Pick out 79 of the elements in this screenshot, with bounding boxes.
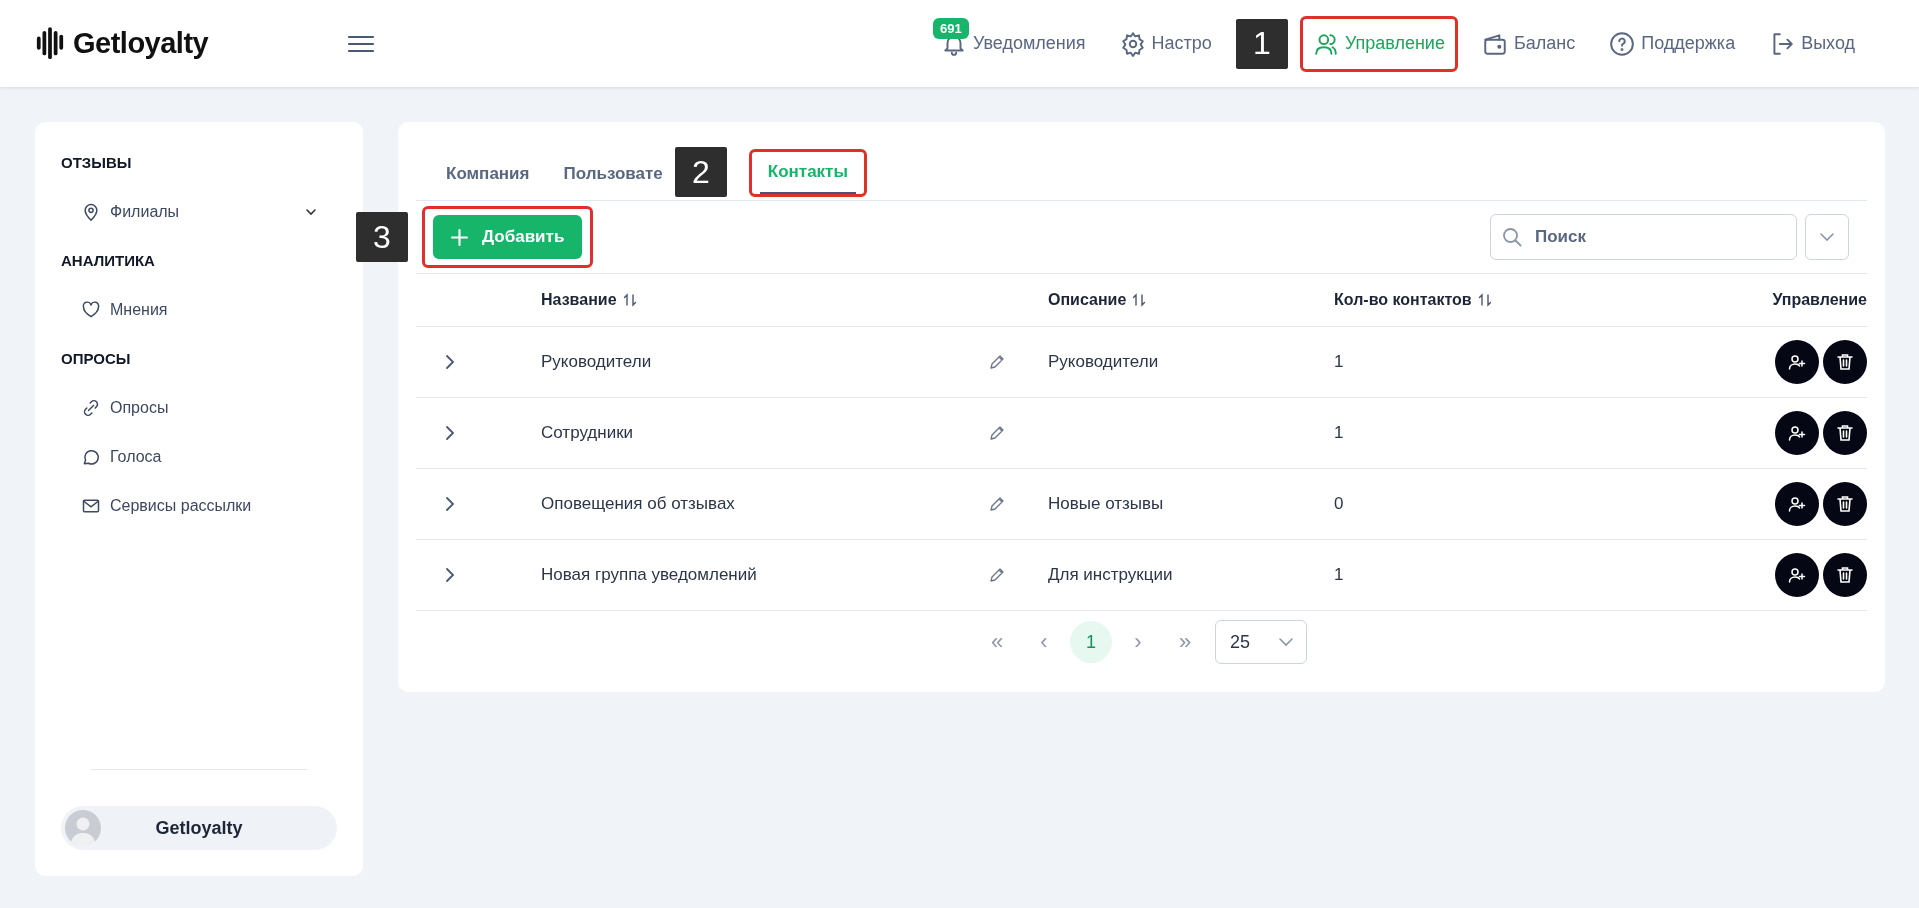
table-cell: Руководители — [541, 352, 652, 372]
table-cell: Руководители — [1048, 352, 1159, 372]
help-icon — [1609, 30, 1636, 57]
column-header: Управление — [1772, 291, 1867, 309]
table-cell: 1 — [1334, 423, 1344, 443]
person-plus-icon — [1787, 565, 1807, 585]
location-pin-icon — [81, 201, 101, 222]
step-number-badge: 2 — [674, 147, 727, 197]
trash-icon — [1835, 565, 1855, 585]
table-cell: Новые отзывы — [1048, 494, 1164, 514]
edit-pencil-icon[interactable] — [989, 567, 1005, 583]
link-icon — [81, 397, 101, 418]
table-cell: Сотрудники — [541, 423, 634, 443]
add-contact-button[interactable] — [1775, 340, 1819, 384]
sort-icon[interactable] — [1132, 293, 1147, 307]
avatar-icon — [65, 810, 101, 846]
section-heading: ОТЗЫВЫ — [61, 153, 133, 173]
table-cell: Для инструкции — [1048, 565, 1173, 585]
table-cell: 1 — [1334, 352, 1344, 372]
search-field[interactable]: Поиск — [1490, 214, 1797, 260]
sidebar-item[interactable]: Мнения — [61, 285, 337, 334]
delete-button[interactable] — [1823, 553, 1867, 597]
sidebar-item[interactable]: Филиалы — [61, 187, 337, 236]
nav-link[interactable]: Баланс — [1471, 18, 1586, 69]
next-page-button[interactable]: › — [1117, 621, 1159, 663]
page-button[interactable]: 1 — [1070, 621, 1112, 663]
add-contact-button[interactable] — [1775, 482, 1819, 526]
search-icon — [1502, 227, 1522, 247]
delete-button[interactable] — [1823, 411, 1867, 455]
notification-count-badge: 691 — [933, 17, 969, 39]
settings-icon — [1119, 30, 1146, 57]
last-page-button[interactable]: » — [1164, 621, 1206, 663]
tab[interactable]: Пользовате — [551, 152, 675, 200]
chevron-down-icon — [1819, 232, 1835, 242]
nav-link[interactable]: 691 Уведомления — [931, 18, 1096, 69]
sidebar-item[interactable]: Сервисы рассылки — [61, 481, 337, 530]
column-header[interactable]: Название — [541, 291, 617, 309]
tab[interactable]: Компания — [434, 152, 542, 200]
sort-icon[interactable] — [622, 293, 637, 307]
nav-link[interactable]: Управление — [1302, 18, 1455, 69]
trash-icon — [1835, 352, 1855, 372]
person-plus-icon — [1787, 352, 1807, 372]
sidebar-item[interactable]: Голоса — [61, 432, 337, 481]
edit-pencil-icon[interactable] — [989, 496, 1005, 512]
step-number-badge: 1 — [1235, 18, 1288, 69]
delete-button[interactable] — [1823, 340, 1867, 384]
column-header[interactable]: Описание — [1048, 291, 1127, 309]
table-cell: 1 — [1334, 565, 1344, 585]
user-pill[interactable]: Getloyalty — [61, 806, 337, 850]
step-number-badge: 3 — [356, 212, 408, 262]
add-contact-button[interactable] — [1775, 411, 1819, 455]
first-page-button[interactable]: « — [976, 621, 1018, 663]
edit-pencil-icon[interactable] — [989, 354, 1005, 370]
column-header[interactable]: Кол-во контактов — [1334, 291, 1472, 309]
previous-page-button[interactable]: ‹ — [1023, 621, 1065, 663]
sidebar-item[interactable]: Опросы — [61, 383, 337, 432]
trash-icon — [1835, 423, 1855, 443]
edit-pencil-icon[interactable] — [989, 425, 1005, 441]
table-cell: 0 — [1334, 494, 1344, 514]
plus-icon — [451, 228, 468, 246]
add-contact-button[interactable] — [1775, 553, 1819, 597]
menu-icon[interactable] — [347, 33, 375, 54]
nav-link[interactable]: Поддержка — [1599, 18, 1746, 69]
heart-icon — [81, 299, 101, 320]
page-size-select[interactable]: 25 — [1215, 620, 1307, 664]
person-plus-icon — [1787, 423, 1807, 443]
table-cell: Новая группа уведомлений — [541, 565, 757, 585]
chevron-down-icon — [1278, 637, 1294, 647]
section-heading: АНАЛИТИКА — [61, 251, 156, 271]
sort-icon[interactable] — [1477, 293, 1492, 307]
person-plus-icon — [1787, 494, 1807, 514]
logo-bars-icon — [35, 25, 65, 62]
nav-link[interactable]: Выход — [1759, 18, 1865, 69]
table-cell: Оповещения об отзывах — [541, 494, 735, 514]
nav-link[interactable]: Настро — [1109, 18, 1222, 69]
section-heading: ОПРОСЫ — [61, 349, 132, 369]
delete-button[interactable] — [1823, 482, 1867, 526]
trash-icon — [1835, 494, 1855, 514]
logo-text: Getloyalty — [73, 27, 209, 60]
